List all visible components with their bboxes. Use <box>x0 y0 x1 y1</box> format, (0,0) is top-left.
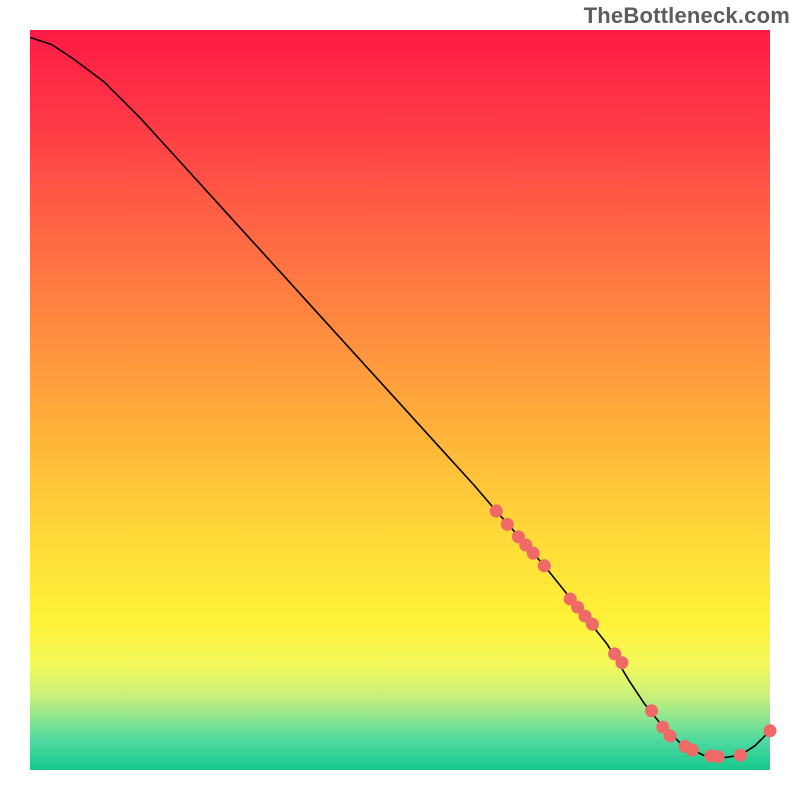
chart-container: TheBottleneck.com <box>0 0 800 800</box>
data-marker <box>712 750 725 763</box>
chart-svg <box>0 0 800 800</box>
data-marker <box>586 618 599 631</box>
data-marker <box>764 724 777 737</box>
data-marker <box>490 505 503 518</box>
data-marker <box>664 729 677 742</box>
data-marker <box>527 547 540 560</box>
data-marker <box>734 749 747 762</box>
data-marker <box>616 656 629 669</box>
data-marker <box>686 744 699 757</box>
data-marker <box>538 559 551 572</box>
gradient-background <box>30 30 770 770</box>
data-marker <box>645 704 658 717</box>
data-marker <box>501 518 514 531</box>
watermark-text: TheBottleneck.com <box>584 3 790 29</box>
